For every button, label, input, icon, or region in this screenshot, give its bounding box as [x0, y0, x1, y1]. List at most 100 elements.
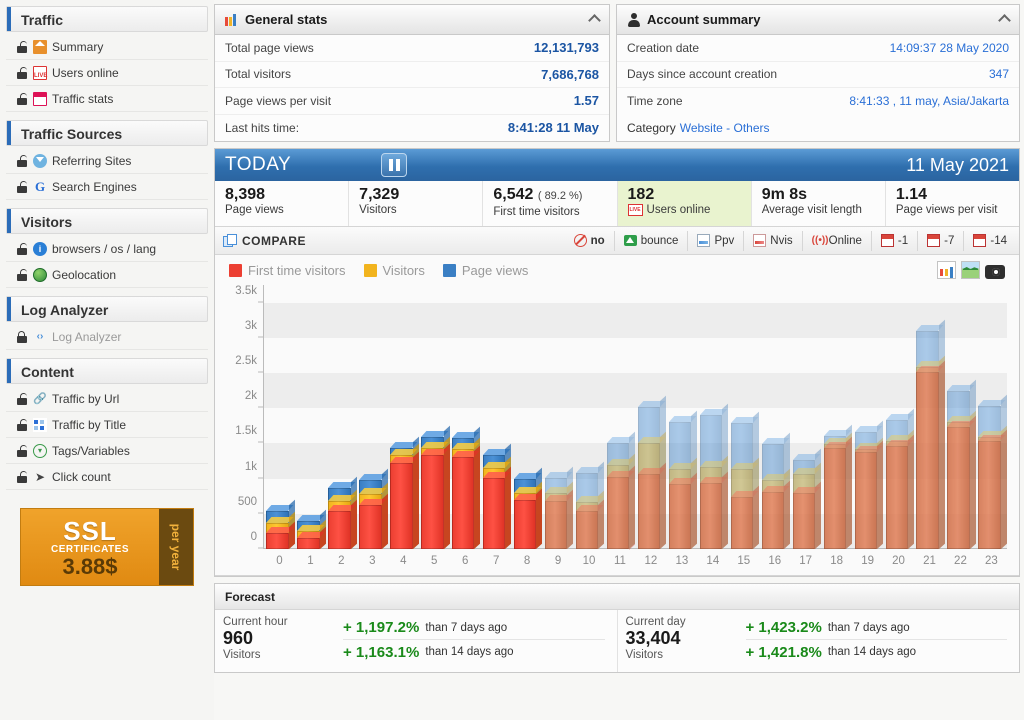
sidebar-item-traffic-by-url[interactable]: 🔗 Traffic by Url — [6, 386, 208, 412]
chart-bar-group — [297, 285, 326, 549]
ssl-ad-price: 3.88$ — [62, 553, 118, 579]
chart-bar-slot[interactable] — [574, 285, 605, 549]
sidebar-item-tags-variables[interactable]: ▾ Tags/Variables — [6, 438, 208, 464]
chart-bar-slot[interactable] — [357, 285, 388, 549]
bar-chart-icon[interactable] — [937, 261, 956, 279]
chart-bar-slot[interactable] — [635, 285, 667, 549]
sidebar-item-geolocation[interactable]: Geolocation — [6, 262, 208, 288]
chart-bar-slot[interactable] — [976, 285, 1007, 549]
chart-bar-slot[interactable] — [326, 285, 357, 549]
chart-bar-slot[interactable] — [945, 285, 976, 549]
kpi-value: 9m 8s — [762, 185, 885, 204]
sidebar-item-log-analyzer[interactable]: ‹› Log Analyzer — [6, 324, 208, 350]
chart-bar-slot[interactable] — [481, 285, 512, 549]
sidebar-item-search-engines[interactable]: G Search Engines — [6, 174, 208, 200]
bar-side — [691, 472, 698, 549]
chart-x-tick-label: 6 — [461, 555, 469, 567]
referral-icon — [33, 153, 47, 168]
chart-bar-slot[interactable] — [821, 285, 852, 549]
ssl-certificates-ad[interactable]: SSL CERTIFICATES 3.88$ per year — [20, 508, 194, 586]
sidebar-item-users-online[interactable]: LIVE Users online — [6, 60, 208, 86]
forecast-unit: Visitors — [223, 649, 261, 661]
compare-option-label: -14 — [990, 234, 1007, 247]
chart-bar-slot[interactable] — [264, 285, 295, 549]
compare-icon — [223, 234, 237, 247]
chart-bar-group — [978, 285, 1007, 549]
chart-bar-slot[interactable] — [512, 285, 543, 549]
forecast-percent: + 1,421.8% — [745, 643, 822, 661]
compare-option-7[interactable]: -7 — [918, 230, 965, 251]
kpi-label-row: Page views — [225, 204, 348, 216]
kpi-value: 6,542 ( 89.2 %) — [493, 185, 616, 206]
chart-legend-item[interactable]: First time visitors — [229, 263, 346, 278]
sidebar-item-traffic-by-title[interactable]: Traffic by Title — [6, 412, 208, 438]
stat-value: 347 — [988, 67, 1009, 82]
chart-bar-segment — [854, 440, 883, 549]
chart-bar-segment — [978, 429, 1007, 549]
chart-bar-slot[interactable] — [759, 285, 790, 549]
chart-bar-slot[interactable] — [883, 285, 914, 549]
general-stats-row: Last hits time: 8:41:28 11 May — [215, 115, 609, 142]
bar-chart-icon — [225, 13, 239, 27]
compare-option-ppv[interactable]: Ppv — [688, 230, 745, 251]
chart-bar-slot[interactable] — [790, 285, 821, 549]
chart-bar-slot[interactable] — [450, 285, 481, 549]
chart-bar-slot[interactable] — [295, 285, 326, 549]
chart-bar-slot[interactable] — [852, 285, 883, 549]
sidebar-item-traffic-stats[interactable]: Traffic stats — [6, 86, 208, 112]
general-stats-rows: Total page views 12,131,793 Total visitors… — [215, 35, 609, 141]
chart-bar-group — [947, 285, 976, 549]
bar-face — [668, 483, 692, 549]
category-link[interactable]: Website - Others — [680, 121, 770, 135]
chart-bar-slot[interactable] — [666, 285, 698, 549]
chart-legend-item[interactable]: Page views — [442, 263, 528, 278]
sidebar-item-browsers-os-lang[interactable]: i browsers / os / lang — [6, 236, 208, 262]
chart-legend-item[interactable]: Visitors — [363, 263, 425, 278]
stat-label: Last hits time: — [225, 120, 300, 135]
camera-icon[interactable] — [985, 262, 1005, 279]
bar-side — [753, 485, 760, 549]
chart-bar-slot[interactable] — [388, 285, 419, 549]
bar-face — [576, 510, 599, 549]
sidebar-item-click-count[interactable]: ➤ Click count — [6, 464, 208, 490]
forecast-unit: Visitors — [625, 649, 664, 661]
chart-bar-slot[interactable] — [543, 285, 574, 549]
kpi-value: 182 — [628, 185, 751, 204]
chart-bar-slot[interactable] — [419, 285, 450, 549]
compare-option-bounce[interactable]: bounce — [615, 230, 689, 251]
lock-closed-icon — [14, 330, 29, 343]
lock-open-icon — [14, 92, 29, 105]
page-root: Traffic Summary LIVE Users online Traffic st… — [0, 0, 1024, 720]
lock-open-icon — [14, 242, 29, 255]
chart-bar-segment — [266, 521, 295, 549]
chart-bar-group — [266, 285, 295, 549]
pause-button[interactable] — [381, 153, 407, 177]
compare-option-14[interactable]: -14 — [964, 231, 1011, 251]
sidebar-item-referring-sites[interactable]: Referring Sites — [6, 148, 208, 174]
area-chart-icon[interactable] — [961, 261, 980, 279]
bounce-icon — [623, 235, 637, 246]
compare-option-online[interactable]: ((•)) Online — [803, 230, 872, 251]
chart-bar-slot[interactable] — [728, 285, 760, 549]
compare-title-group: COMPARE — [223, 234, 306, 248]
bar-face — [947, 426, 970, 549]
collapse-chevron-icon[interactable] — [588, 14, 601, 27]
chart-bar-slot[interactable] — [604, 285, 636, 549]
collapse-chevron-icon[interactable] — [998, 14, 1011, 27]
bar-side — [598, 499, 605, 549]
sidebar-item-summary[interactable]: Summary — [6, 34, 208, 60]
general-stats-row: Total visitors 7,686,768 — [215, 62, 609, 88]
compare-option-no[interactable]: no — [565, 230, 615, 251]
chart-bar-segment — [606, 465, 636, 549]
chart-bar-segment — [545, 489, 574, 549]
forecast-panel: Forecast Current hour 960 Visitors + 1,197.… — [214, 583, 1020, 673]
stat-label: Total visitors — [225, 67, 292, 82]
stat-value: 8:41:28 11 May — [507, 120, 599, 136]
compare-option-nvis[interactable]: Nvis — [744, 230, 803, 251]
chart-bar-slot[interactable] — [914, 285, 945, 549]
sidebar-item-label: Traffic by Title — [52, 417, 127, 432]
compare-option-1[interactable]: -1 — [872, 230, 919, 251]
chart-x-tick-label: 0 — [276, 555, 283, 567]
ssl-ad-title: SSL — [63, 515, 117, 546]
chart-bar-slot[interactable] — [697, 285, 729, 549]
